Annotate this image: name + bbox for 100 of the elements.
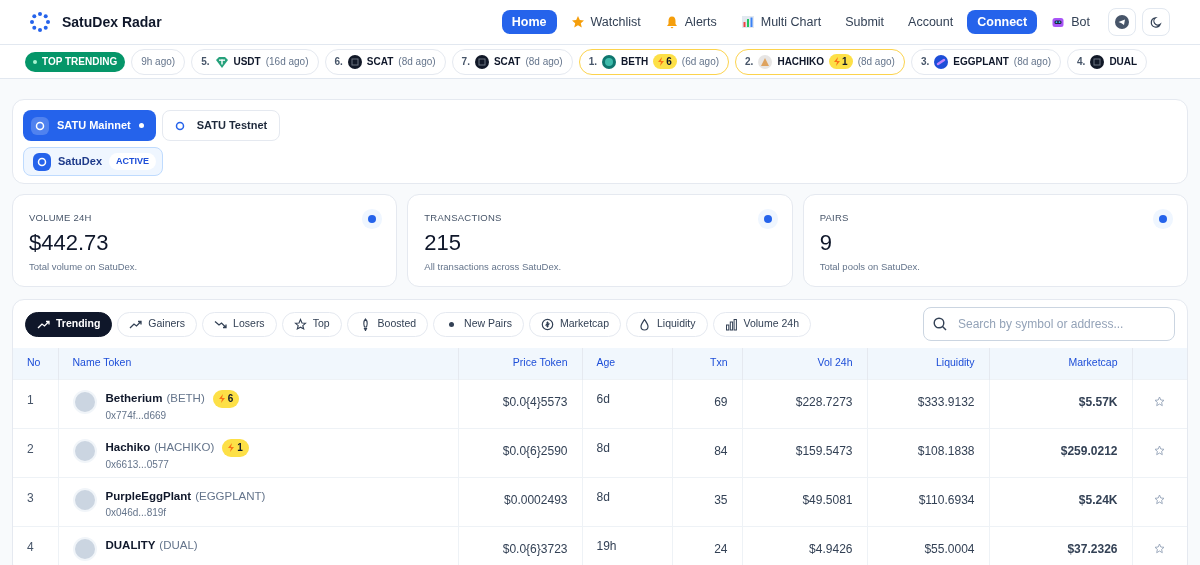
column-header: Marketcap: [989, 348, 1132, 379]
star-icon: [293, 317, 307, 331]
moon-icon: [1149, 15, 1163, 29]
nav-link[interactable]: Home: [501, 10, 557, 34]
rank-number: 7.: [461, 55, 470, 69]
volume-cell: $159.5473: [742, 428, 867, 477]
rank-number: 4.: [1077, 55, 1086, 69]
nav-link[interactable]: Account: [898, 10, 964, 34]
stat-value: 215: [424, 229, 463, 257]
nav-link[interactable]: Alerts: [654, 10, 727, 34]
filter-tab[interactable]: Marketcap: [528, 311, 621, 337]
watchlist-star-button[interactable]: [1154, 493, 1166, 505]
stat-caption: Total pools on SatuDex.: [819, 259, 921, 274]
token-symbol: HACHIKO: [777, 55, 825, 69]
token-name: Betherium: [105, 390, 163, 406]
token-icon: [758, 54, 773, 69]
boost-badge: 1: [222, 438, 249, 457]
token-address: 0x046d...819f: [105, 505, 168, 520]
boost-badge: 1: [829, 54, 853, 69]
brand-name: SatuDex Radar: [62, 12, 162, 32]
ring-icon: [35, 120, 45, 131]
token-symbol: DUAL: [1109, 55, 1138, 69]
row-number: 2: [13, 428, 58, 477]
network-button[interactable]: SATU Mainnet: [23, 110, 156, 141]
lightning-icon: [228, 443, 235, 452]
ring-icon: [37, 156, 47, 167]
price-cell: $0.0{6}2590: [458, 428, 582, 477]
logo-icon: [30, 12, 50, 32]
marketcap-cell: $259.0212: [989, 428, 1132, 477]
trending-badge: TOP TRENDING: [25, 51, 126, 72]
token-age: (16d ago): [265, 55, 309, 69]
filter-tab[interactable]: Volume 24h: [712, 311, 811, 337]
connect-button[interactable]: Connect: [967, 10, 1038, 34]
filter-tab[interactable]: Gainers: [117, 311, 198, 337]
star-icon: [1154, 542, 1166, 554]
row-number: 3: [13, 477, 58, 526]
filter-tab[interactable]: Boosted: [346, 311, 429, 337]
stat-label: PAIRS: [819, 211, 849, 225]
txn-cell: 24: [672, 526, 742, 565]
search-field[interactable]: Search by symbol or address...: [923, 307, 1175, 341]
price-cell: $0.0002493: [458, 477, 582, 526]
token-symbol: (DUAL): [159, 537, 198, 553]
age-cell: 8d: [582, 477, 672, 526]
search-icon: [933, 317, 947, 331]
boost-badge: 6: [653, 54, 677, 69]
column-header: Liquidity: [867, 348, 989, 379]
bar-chart-icon: [724, 317, 738, 331]
token-icon: [602, 54, 616, 69]
filter-tab[interactable]: Losers: [202, 311, 277, 337]
rank-number: 1.: [588, 55, 597, 69]
age-cell: 6d: [582, 379, 672, 428]
nav-link[interactable]: Watchlist: [560, 10, 651, 34]
stat-label: TRANSACTIONS: [424, 211, 502, 225]
filter-tab[interactable]: New Pairs: [433, 311, 524, 337]
column-header: Txn: [672, 348, 742, 379]
boost-badge: 6: [212, 389, 240, 408]
token-symbol: (EGGPLANT): [195, 488, 266, 504]
column-header: Price Token: [458, 348, 582, 379]
volume-cell: $49.5081: [742, 477, 867, 526]
marketcap-cell: $5.57K: [989, 379, 1132, 428]
filter-tab[interactable]: Trending: [25, 311, 113, 337]
watchlist-star-button[interactable]: [1154, 395, 1166, 407]
token-age: (6d ago): [681, 55, 720, 69]
status-badge: ACTIVE: [109, 152, 157, 171]
telegram-button[interactable]: [1108, 8, 1136, 36]
token-avatar: [72, 438, 97, 463]
row-number: 1: [13, 379, 58, 428]
token-avatar: [72, 487, 97, 512]
nav-link[interactable]: Submit: [835, 10, 895, 34]
token-avatar: [72, 389, 97, 414]
dex-button[interactable]: SatuDex ACTIVE: [23, 147, 164, 176]
token-symbol: USDT: [233, 55, 261, 69]
marketcap-cell: $37.2326: [989, 526, 1132, 565]
watchlist-star-button[interactable]: [1154, 542, 1166, 554]
liquidity-cell: $108.1838: [867, 428, 989, 477]
column-header: Age: [582, 348, 672, 379]
theme-toggle-button[interactable]: [1142, 8, 1170, 36]
token-age: (8d ago): [857, 55, 895, 69]
volume-cell: $4.9426: [742, 526, 867, 565]
watchlist-star-button[interactable]: [1154, 444, 1166, 456]
token-age: 9h ago): [141, 55, 176, 69]
token-icon: [474, 54, 489, 69]
nav-link[interactable]: Bot: [1041, 10, 1100, 34]
token-age: (8d ago): [1013, 55, 1052, 69]
price-cell: $0.0{6}3723: [458, 526, 582, 565]
nav-link[interactable]: Multi Chart: [730, 10, 832, 34]
filter-tab[interactable]: Liquidity: [626, 311, 708, 337]
token-avatar: [72, 536, 97, 561]
stat-label: VOLUME 24H: [29, 211, 92, 225]
filter-tab[interactable]: Top: [281, 311, 342, 337]
token-icon: [934, 54, 949, 69]
txn-cell: 35: [672, 477, 742, 526]
coin-icon: [540, 317, 554, 331]
lightning-icon: [658, 57, 665, 66]
network-button[interactable]: SATU Testnet: [161, 110, 281, 141]
token-name: DUALITY: [105, 537, 156, 553]
lightning-icon: [218, 394, 225, 403]
token-symbol: EGGPLANT: [953, 55, 1009, 69]
row-number: 4: [13, 526, 58, 565]
token-symbol: (BETH): [166, 390, 205, 406]
